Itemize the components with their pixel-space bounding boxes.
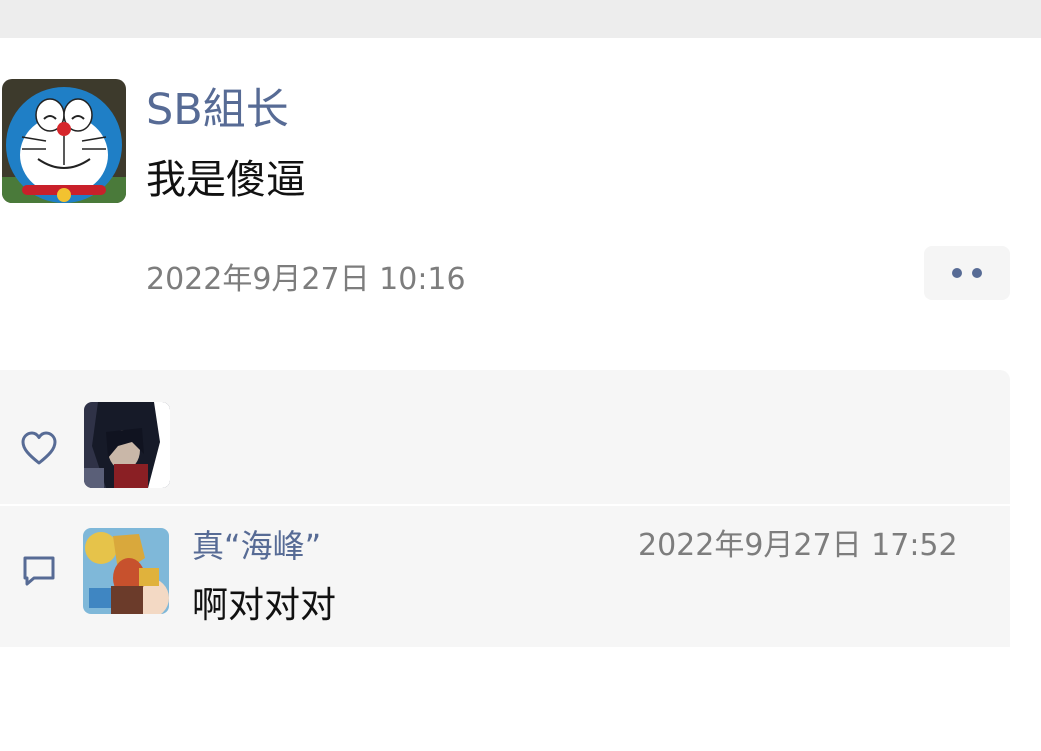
- comment-text[interactable]: 啊对对对: [192, 580, 336, 632]
- dot-icon: [952, 268, 962, 278]
- post-timestamp: 2022年9月27日 10:16: [146, 262, 466, 297]
- comment-bubble-icon: [20, 552, 58, 590]
- post-text: 我是傻逼: [146, 157, 306, 203]
- more-options-button[interactable]: [924, 246, 1010, 300]
- comment-timestamp: 2022年9月27日 17:52: [638, 528, 958, 563]
- author-avatar[interactable]: [2, 79, 126, 203]
- likes-row: [0, 370, 1010, 504]
- post-author-name[interactable]: SB組长: [146, 82, 289, 138]
- liker-avatar[interactable]: [84, 402, 170, 488]
- dot-icon: [972, 268, 982, 278]
- interaction-panel: 真“海峰” 2022年9月27日 17:52 啊对对对: [0, 370, 1010, 647]
- comments-row: 真“海峰” 2022年9月27日 17:52 啊对对对: [0, 506, 1010, 647]
- commenter-name[interactable]: 真“海峰”: [192, 522, 321, 570]
- commenter-avatar[interactable]: [83, 528, 169, 614]
- heart-icon: [20, 430, 58, 468]
- top-bar: [0, 0, 1041, 38]
